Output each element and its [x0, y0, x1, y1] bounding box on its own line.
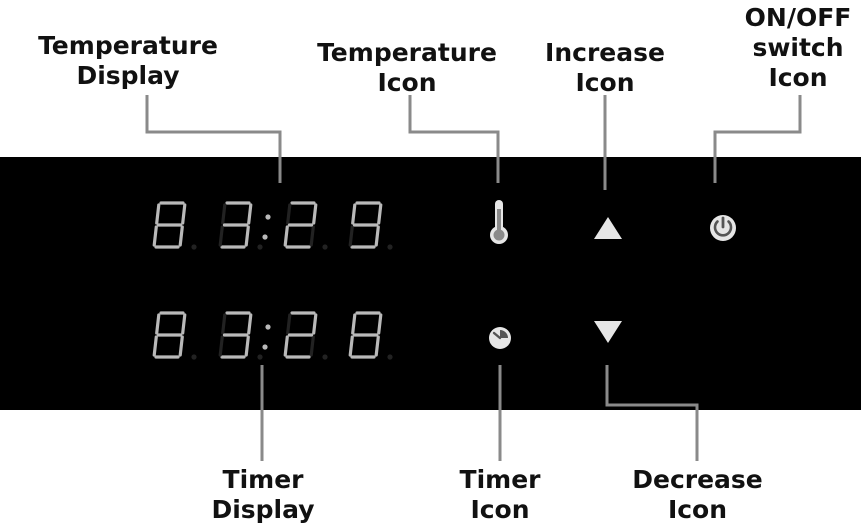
digit-1-seg-c	[244, 335, 250, 357]
colon-upper	[265, 214, 271, 220]
digit-3-seg-f	[351, 313, 357, 335]
digit-1-seg-f	[221, 313, 227, 335]
decimal-point-0	[191, 354, 197, 360]
decimal-point-0	[191, 244, 197, 250]
digit-0-seg-b	[181, 203, 187, 225]
temperature-display	[152, 201, 393, 250]
digit-2-seg-b	[312, 203, 318, 225]
label-increase-icon: Increase Icon	[545, 38, 665, 97]
decimal-point-2	[322, 354, 328, 360]
digit-0-seg-c	[178, 335, 184, 357]
decimal-point-3	[387, 354, 393, 360]
control-panel	[0, 157, 861, 410]
digit-1-seg-b	[247, 203, 253, 225]
decimal-point-1	[257, 354, 263, 360]
digit-2-seg-c	[309, 335, 315, 357]
thermometer-icon[interactable]	[482, 197, 516, 249]
label-decrease-icon: Decrease Icon	[632, 465, 763, 524]
digit-3-seg-b	[377, 313, 383, 335]
digit-0-seg-e	[152, 225, 158, 247]
digit-2-seg-e	[283, 225, 289, 247]
power-icon[interactable]	[703, 208, 743, 248]
digit-2-seg-f	[286, 313, 292, 335]
timer-icon[interactable]	[480, 318, 520, 358]
digit-1-seg-c	[244, 225, 250, 247]
digit-2-seg-c	[309, 225, 315, 247]
decimal-point-1	[257, 244, 263, 250]
colon-lower	[262, 344, 268, 350]
triangle-up-icon[interactable]	[588, 212, 628, 242]
label-temperature-icon: Temperature Icon	[317, 38, 497, 97]
digit-1-seg-e	[218, 335, 224, 357]
digit-0-seg-b	[181, 313, 187, 335]
digit-3-seg-c	[374, 225, 380, 247]
digit-0-seg-f	[155, 313, 161, 335]
digit-1-seg-e	[218, 225, 224, 247]
digit-3-seg-f	[351, 203, 357, 225]
digit-3-seg-c	[374, 335, 380, 357]
decimal-point-3	[387, 244, 393, 250]
digit-2-seg-e	[283, 335, 289, 357]
label-temperature-display: Temperature Display	[38, 31, 218, 90]
colon-upper	[265, 324, 271, 330]
digit-3-seg-b	[377, 203, 383, 225]
label-timer-icon: Timer Icon	[459, 465, 541, 524]
timer-display	[152, 311, 393, 360]
digit-2-seg-b	[312, 313, 318, 335]
digit-0-seg-c	[178, 225, 184, 247]
decimal-point-2	[322, 244, 328, 250]
label-onoff-icon: ON/OFF switch Icon	[744, 3, 852, 92]
digit-3-seg-e	[348, 335, 354, 357]
digit-1-seg-b	[247, 313, 253, 335]
digit-3-seg-e	[348, 225, 354, 247]
digit-0-seg-e	[152, 335, 158, 357]
digit-0-seg-f	[155, 203, 161, 225]
label-timer-display: Timer Display	[211, 465, 315, 524]
digit-1-seg-f	[221, 203, 227, 225]
colon-lower	[262, 234, 268, 240]
digit-2-seg-f	[286, 203, 292, 225]
triangle-down-icon[interactable]	[588, 318, 628, 348]
